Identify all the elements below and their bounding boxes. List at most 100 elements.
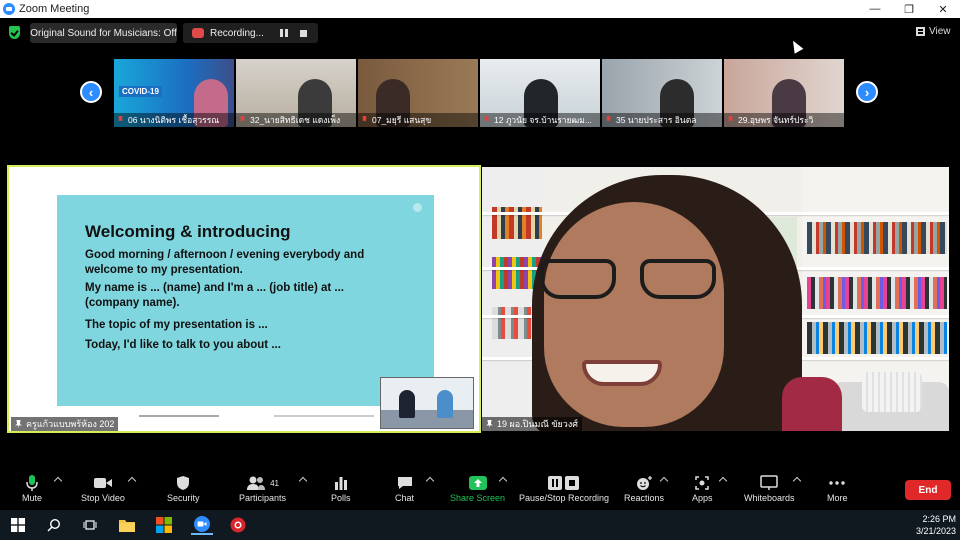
polls-label: Polls: [331, 493, 351, 503]
share-name-tag: ครูแก้วแบบพร้ห้อง 202: [11, 417, 119, 431]
shared-screen-view[interactable]: Welcoming & introducing Good morning / a…: [7, 165, 481, 433]
more-dots-icon: [828, 473, 846, 493]
participant-tile[interactable]: 35 นายประสาร อินตล: [602, 59, 722, 127]
whiteboards-button[interactable]: Whiteboards: [744, 473, 795, 509]
slide-line: (company name).: [85, 297, 180, 309]
stop-recording-icon[interactable]: [299, 29, 307, 37]
stop-video-button[interactable]: Stop Video: [81, 473, 125, 509]
security-button[interactable]: Security: [167, 473, 200, 509]
mute-label: Mute: [22, 493, 43, 503]
slide-scrollbar[interactable]: [139, 415, 219, 417]
recorder-app-icon[interactable]: [228, 515, 248, 535]
zoom-meeting-window: Zoom Meeting — ❐ ✕ Original Sound for Mu…: [0, 0, 960, 540]
maximize-button[interactable]: ❐: [892, 0, 926, 18]
apps-label: Apps: [692, 493, 713, 503]
more-button[interactable]: More: [827, 473, 848, 509]
mic-muted-icon: [362, 115, 367, 121]
slide-title: Welcoming & introducing: [85, 222, 291, 241]
chat-label: Chat: [395, 493, 415, 503]
participant-tile[interactable]: 07_มยุรี แสนสุข: [358, 59, 478, 127]
participants-options-chevron-icon[interactable]: [298, 476, 308, 486]
clock-date: 3/21/2023: [915, 526, 956, 536]
view-button[interactable]: View: [916, 26, 951, 37]
participant-name: 06 นางนิติพร เชื้อสุวรรณ: [128, 115, 220, 125]
mute-button[interactable]: Mute: [22, 473, 42, 509]
chat-button[interactable]: Chat: [395, 473, 414, 509]
participants-button[interactable]: 41 Participants: [239, 473, 286, 509]
slide-line: Good morning / afternoon / evening every…: [85, 249, 365, 261]
participant-name-tag: 29.อุษพร จันทร์ประวิ: [724, 113, 844, 127]
mute-options-chevron-icon[interactable]: [53, 476, 63, 486]
minimize-button[interactable]: —: [858, 0, 892, 18]
security-shield-icon: [176, 473, 190, 493]
reactions-button[interactable]: Reactions: [624, 473, 664, 509]
covid-banner-text: COVID-19: [119, 86, 162, 97]
participant-name: 35 นายประสาร อินตล: [616, 115, 697, 125]
stop-video-label: Stop Video: [81, 493, 125, 503]
gallery-next-arrow-icon[interactable]: ›: [856, 81, 878, 103]
windows-start-icon[interactable]: [8, 515, 28, 535]
recording-label: Recording...: [210, 27, 264, 39]
active-speaker-video[interactable]: 19 ผอ.ปินมณี ขัยวงศ์: [482, 167, 949, 431]
encryption-shield-icon[interactable]: [9, 26, 20, 39]
view-grid-icon: [916, 27, 925, 36]
original-sound-toggle[interactable]: Original Sound for Musicians: Off: [30, 23, 177, 43]
participant-name-tag: 06 นางนิติพร เชื้อสุวรรณ: [114, 113, 234, 127]
cloud-recording-icon: [192, 28, 204, 38]
pause-stop-recording-button[interactable]: Pause/Stop Recording: [519, 473, 609, 509]
pause-stop-icon: [547, 473, 581, 493]
video-camera-icon: [93, 473, 113, 493]
participant-name: 32_นายสิทธิเดช แดงเพ็ง: [250, 115, 341, 125]
gallery-prev-arrow-icon[interactable]: ‹: [80, 81, 102, 103]
pause-recording-icon[interactable]: [279, 29, 288, 37]
participant-name-tag: 12 ภูวนัย จร.บ้านรายฒม...: [480, 113, 600, 127]
speaker-name: 19 ผอ.ปินมณี ขัยวงศ์: [497, 419, 578, 429]
mic-muted-icon: [484, 115, 489, 121]
participant-tile[interactable]: 12 ภูวนัย จร.บ้านรายฒม...: [480, 59, 600, 127]
microsoft-store-icon[interactable]: [154, 515, 174, 535]
info-icon: [413, 203, 422, 212]
mic-muted-icon: [728, 115, 733, 121]
file-explorer-icon[interactable]: [117, 515, 137, 535]
slide-line: Today, I'd like to talk to you about ...: [85, 339, 281, 351]
presentation-slide: Welcoming & introducing Good morning / a…: [57, 195, 434, 406]
polls-button[interactable]: Polls: [331, 473, 351, 509]
participants-label: Participants: [239, 493, 287, 503]
slide-line: My name is ... (name) and I'm a ... (job…: [85, 282, 344, 294]
pin-icon: [486, 419, 493, 429]
polls-bar-icon: [334, 473, 348, 493]
slide-line: welcome to my presentation.: [85, 264, 243, 276]
apps-button[interactable]: Apps: [692, 473, 713, 509]
system-clock[interactable]: 2:26 PM 3/21/2023: [916, 513, 956, 537]
view-label: View: [929, 26, 951, 37]
participant-name: 07_มยุรี แสนสุข: [372, 115, 432, 125]
presenter-thumbnail[interactable]: [380, 377, 474, 429]
apps-options-chevron-icon[interactable]: [718, 476, 728, 486]
mic-muted-icon: [118, 115, 123, 121]
original-sound-label: Original Sound for Musicians: Off: [30, 27, 177, 39]
participant-name: 12 ภูวนัย จร.บ้านรายฒม...: [494, 115, 592, 125]
recording-indicator: Recording...: [183, 23, 318, 43]
mic-muted-icon: [240, 115, 245, 121]
slide-scrollbar-track: [274, 415, 374, 417]
share-screen-button[interactable]: Share Screen: [450, 473, 505, 509]
mic-muted-icon: [606, 115, 611, 121]
chat-options-chevron-icon[interactable]: [425, 476, 435, 486]
end-meeting-button[interactable]: End: [905, 480, 951, 500]
glasses: [540, 259, 720, 301]
zoom-taskbar-icon[interactable]: [191, 515, 213, 535]
meeting-top-bar: Original Sound for Musicians: Off Record…: [0, 18, 960, 48]
whiteboard-icon: [760, 473, 779, 493]
share-screen-arrow-icon: [468, 473, 487, 493]
search-icon[interactable]: [44, 515, 64, 535]
participant-tile[interactable]: 32_นายสิทธิเดช แดงเพ็ง: [236, 59, 356, 127]
video-options-chevron-icon[interactable]: [127, 476, 137, 486]
more-label: More: [827, 493, 848, 503]
participants-icon: 41: [246, 473, 279, 493]
close-button[interactable]: ✕: [926, 0, 960, 18]
participant-tile[interactable]: 29.อุษพร จันทร์ประวิ: [724, 59, 844, 127]
participant-tile[interactable]: COVID-19 06 นางนิติพร เชื้อสุวรรณ: [114, 59, 234, 127]
share-owner-name: ครูแก้วแบบพร้ห้อง 202: [26, 419, 115, 429]
pause-stop-label: Pause/Stop Recording: [519, 493, 610, 503]
task-view-icon[interactable]: [80, 515, 100, 535]
